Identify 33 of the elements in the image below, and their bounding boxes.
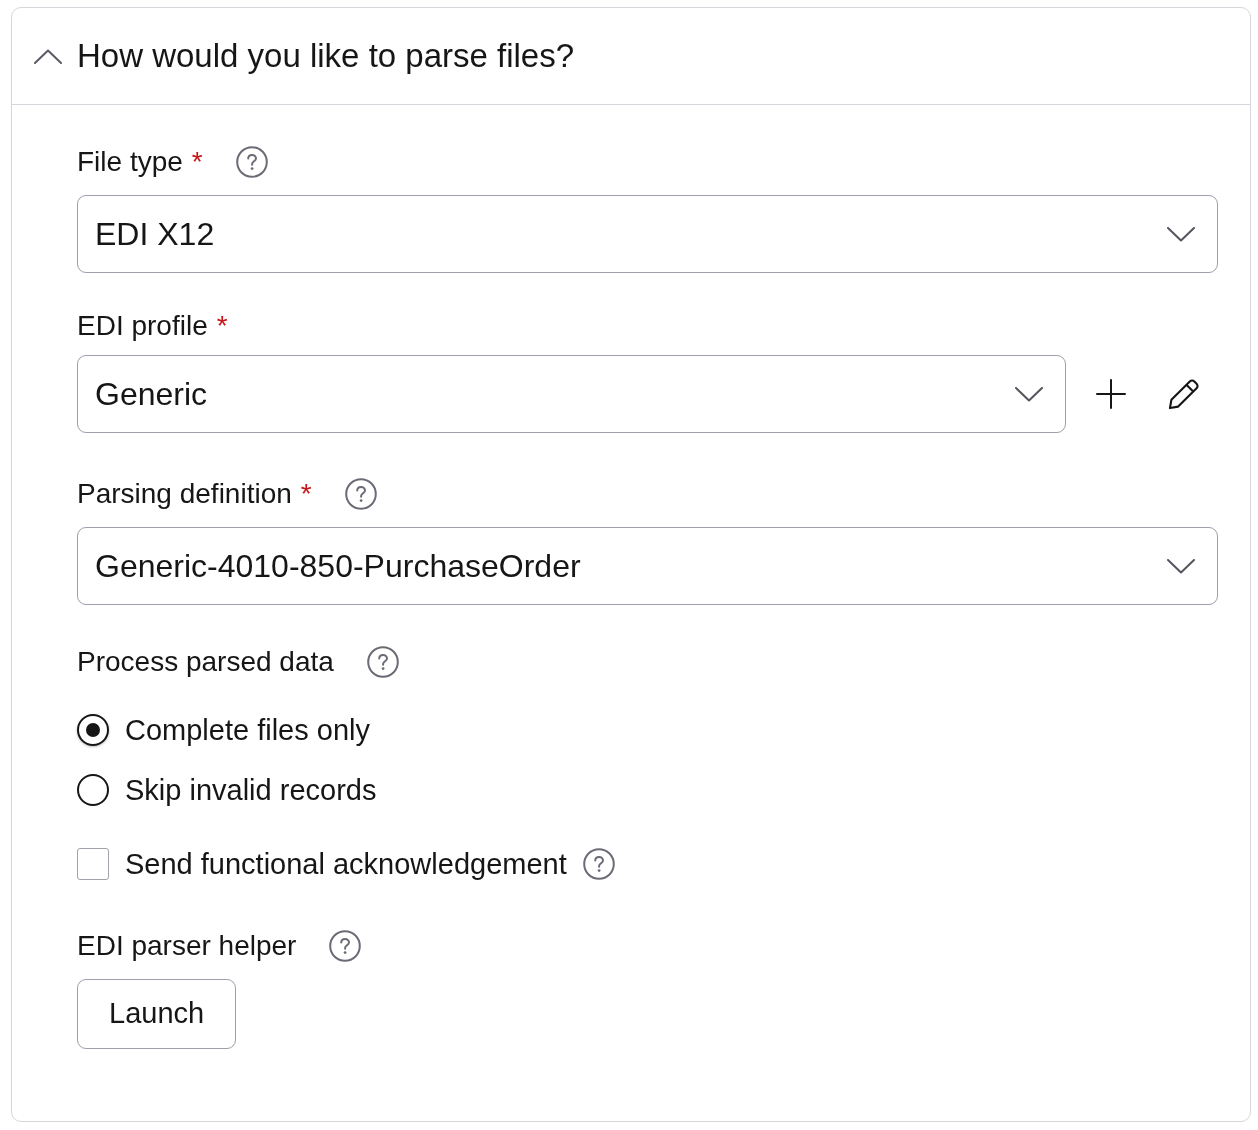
required-mark: * — [191, 145, 203, 179]
select-value: Generic-4010-850-PurchaseOrder — [95, 547, 582, 585]
chevron-down-icon — [1015, 386, 1043, 402]
select-field[interactable]: Generic-4010-850-PurchaseOrder — [77, 527, 1218, 605]
launch-button[interactable]: Launch — [77, 979, 237, 1049]
radio-label[interactable]: Skip invalid records — [125, 773, 377, 807]
field-label: Parsing definition — [77, 477, 292, 511]
select-field[interactable]: EDI X12 — [77, 195, 1218, 273]
help-icon[interactable] — [582, 848, 615, 880]
checkbox[interactable] — [77, 848, 109, 880]
chevron-down-icon — [1167, 226, 1195, 242]
chevron-down-icon — [1167, 558, 1195, 574]
radio-button[interactable] — [77, 714, 109, 746]
plus-icon — [1096, 379, 1126, 409]
pencil-icon — [1167, 378, 1199, 410]
help-icon[interactable] — [329, 930, 362, 962]
section-header[interactable]: How would you like to parse files? — [12, 8, 1250, 105]
required-mark: * — [216, 309, 228, 343]
select-field[interactable]: Generic — [77, 355, 1066, 433]
help-icon[interactable] — [235, 146, 268, 178]
field-label: EDI profile — [77, 309, 208, 343]
help-icon[interactable] — [366, 646, 399, 678]
field-label: EDI parser helper — [77, 929, 297, 963]
checkbox-label[interactable]: Send functional acknowledgement — [125, 847, 567, 881]
radio-button[interactable] — [77, 774, 109, 806]
select-value: Generic — [95, 375, 209, 413]
section-title: How would you like to parse files? — [77, 36, 575, 76]
help-icon[interactable] — [344, 478, 377, 510]
radio-label[interactable]: Complete files only — [125, 713, 370, 747]
field-label: Process parsed data — [77, 645, 334, 679]
required-mark: * — [300, 477, 312, 511]
select-value: EDI X12 — [95, 215, 216, 253]
field-label: File type — [77, 145, 183, 179]
